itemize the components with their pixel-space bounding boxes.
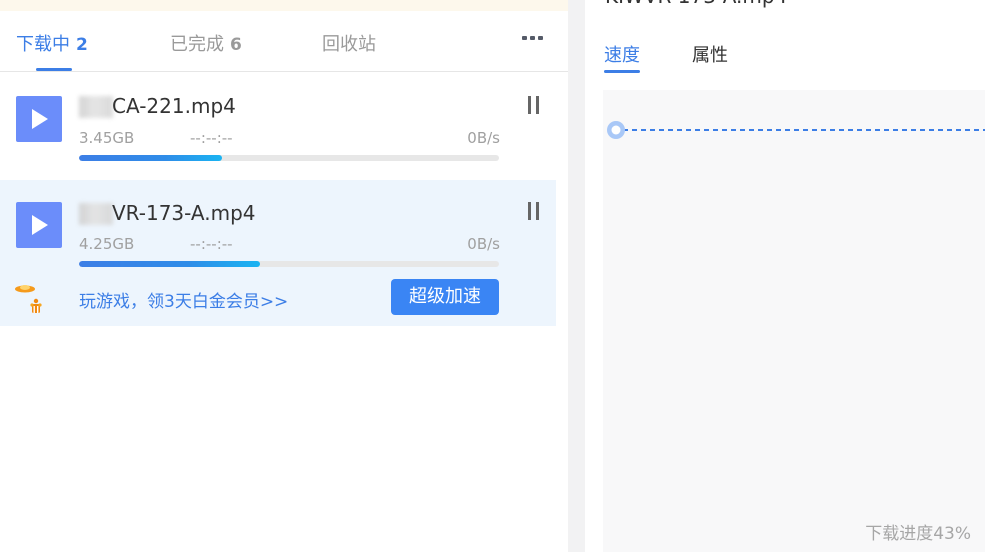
pause-button[interactable] <box>526 96 542 114</box>
tab-downloading-label: 下载中 <box>16 34 70 55</box>
redacted-filename-prefix <box>79 203 113 225</box>
download-task-item[interactable]: CA-221.mp4 3.45GB --:--:-- 0B/s <box>0 72 556 179</box>
tab-properties[interactable]: 属性 <box>692 41 728 67</box>
detail-file-title: KIWVR-173-A.mp4 <box>605 0 787 8</box>
task-download-speed: 0B/s <box>467 235 500 253</box>
redacted-filename-prefix <box>79 96 113 118</box>
more-horizontal-icon <box>522 36 527 40</box>
pause-bar <box>536 96 539 114</box>
more-dot <box>538 36 543 40</box>
task-progress-bar <box>79 155 499 161</box>
panel-divider[interactable] <box>568 0 585 552</box>
active-detail-tab-indicator <box>604 70 640 73</box>
super-boost-button[interactable]: 超级加速 <box>391 279 499 315</box>
task-download-speed: 0B/s <box>467 129 500 147</box>
pause-icon <box>528 96 531 114</box>
download-task-item-selected[interactable]: VR-173-A.mp4 4.25GB --:--:-- 0B/s 玩游戏，领3… <box>0 180 556 326</box>
tab-downloading-count: 2 <box>76 35 88 55</box>
video-play-icon[interactable] <box>16 96 62 142</box>
task-progress-bar <box>79 261 499 267</box>
pause-icon <box>528 202 531 220</box>
task-file-size: 4.25GB <box>79 235 135 253</box>
download-manager-window: 下载中 2 已完成 6 回收站 CA-221.mp4 3.45GB --:--:--… <box>0 0 985 552</box>
speed-chart-area: 下载进度43% <box>603 90 985 552</box>
game-promo-icon <box>15 285 42 313</box>
task-file-name: CA-221.mp4 <box>112 94 236 118</box>
task-detail-panel: KIWVR-173-A.mp4 速度 属性 下载进度43% <box>585 0 985 552</box>
speed-marker-center <box>611 125 621 135</box>
tab-completed-label: 已完成 <box>170 34 224 55</box>
video-play-icon[interactable] <box>16 202 62 248</box>
task-list-panel: 下载中 2 已完成 6 回收站 CA-221.mp4 3.45GB --:--:--… <box>0 0 568 552</box>
task-progress-fill <box>79 261 260 267</box>
download-progress-label: 下载进度43% <box>865 524 971 544</box>
tab-completed[interactable]: 已完成 6 <box>170 30 242 56</box>
tab-downloading[interactable]: 下载中 2 <box>16 30 88 56</box>
task-remaining-time: --:--:-- <box>190 129 233 147</box>
speed-chart <box>607 121 985 139</box>
tab-recycle-bin-label: 回收站 <box>322 34 376 55</box>
tab-speed[interactable]: 速度 <box>604 41 640 67</box>
task-progress-fill <box>79 155 222 161</box>
tab-recycle-bin[interactable]: 回收站 <box>322 30 376 56</box>
pause-button[interactable] <box>526 202 542 220</box>
more-dot <box>530 36 535 40</box>
promo-link[interactable]: 玩游戏，领3天白金会员>> <box>79 287 288 312</box>
tab-completed-count: 6 <box>230 35 242 55</box>
more-options-button[interactable] <box>518 27 548 49</box>
pause-bar <box>536 202 539 220</box>
task-file-size: 3.45GB <box>79 129 135 147</box>
notice-strip <box>0 0 568 11</box>
task-file-name: VR-173-A.mp4 <box>112 201 256 225</box>
task-remaining-time: --:--:-- <box>190 235 233 253</box>
